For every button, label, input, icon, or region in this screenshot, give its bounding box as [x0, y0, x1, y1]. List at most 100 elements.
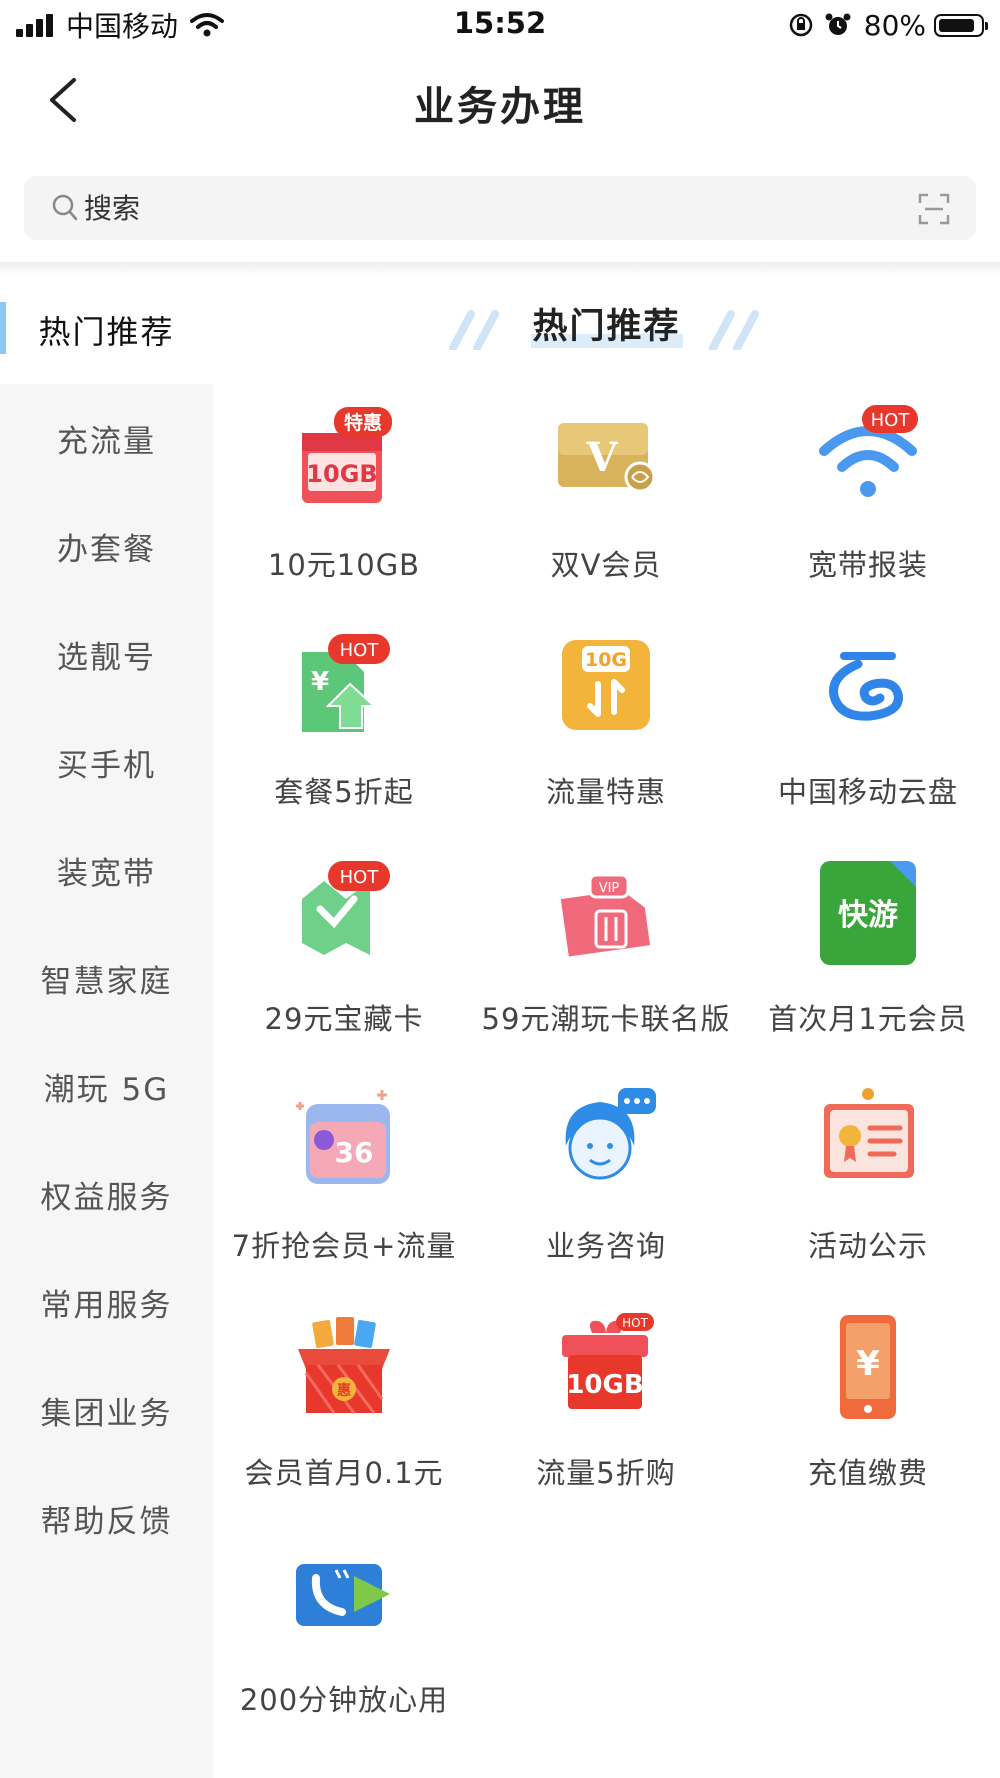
sidebar-item-label: 充流量 [57, 423, 156, 460]
svg-text:10GB: 10GB [566, 1370, 643, 1400]
sidebar-item-help[interactable]: 帮助反馈 [0, 1464, 213, 1572]
sidebar-item-common[interactable]: 常用服务 [0, 1248, 213, 1356]
service-label: 59元潮玩卡联名版 [481, 1002, 731, 1036]
battery-icon [934, 13, 988, 37]
service-item-member-first-month[interactable]: 惠 会员首月0.1元 [213, 1313, 475, 1539]
svg-text:惠: 惠 [337, 1382, 351, 1399]
service-label: 充值缴费 [807, 1456, 928, 1490]
customer-service-icon [565, 1088, 656, 1180]
service-label: 首次月1元会员 [768, 1002, 968, 1036]
sidebar-item-label: 办套餐 [57, 531, 156, 568]
service-label: 10元10GB [267, 548, 421, 582]
service-item-recharge[interactable]: ¥ 充值缴费 [737, 1313, 999, 1539]
wifi-icon: HOT [819, 405, 918, 497]
svg-text:HOT: HOT [340, 640, 380, 661]
service-item-package-discount[interactable]: ¥ HOT 套餐5折起 [213, 632, 475, 858]
sidebar-item-benefits[interactable]: 权益服务 [0, 1140, 213, 1248]
svg-text:36: 36 [335, 1136, 374, 1169]
recharge-phone-icon: ¥ [840, 1315, 896, 1419]
svg-text:快游: 快游 [838, 898, 898, 933]
data-10g-icon: 10G [562, 640, 650, 730]
double-v-card-icon: V [558, 423, 656, 493]
svg-text:V: V [585, 434, 618, 481]
service-item-10gb[interactable]: 10GB 特惠 10元10GB [213, 405, 475, 631]
service-label: 双V会员 [550, 548, 662, 582]
battery-percent: 80% [863, 8, 926, 42]
sidebar-item-broadband[interactable]: 装宽带 [0, 816, 213, 924]
svg-text:HOT: HOT [871, 410, 911, 431]
search-icon [52, 194, 78, 221]
gift-10gb-hot-icon: 10GB HOT [562, 1313, 654, 1409]
service-label: 套餐5折起 [274, 775, 414, 809]
service-label: 流量特惠 [545, 775, 666, 809]
gift-box-icon: 惠 [298, 1317, 390, 1414]
search-bar[interactable] [24, 176, 976, 240]
service-item-notice[interactable]: 活动公示 [737, 1086, 999, 1312]
service-item-cloud-disk[interactable]: 中国移动云盘 [737, 632, 999, 858]
sidebar-item-5g[interactable]: 潮玩 5G [0, 1032, 213, 1140]
call-minutes-icon [296, 1564, 390, 1626]
svg-text:VIP: VIP [599, 881, 620, 896]
page-title: 业务办理 [414, 84, 586, 130]
gift-10gb-icon: 10GB 特惠 [302, 407, 392, 503]
service-label: 宽带报装 [807, 548, 928, 582]
category-sidebar: 热门推荐 充流量 办套餐 选靓号 买手机 装宽带 智慧家庭 潮玩 5G 权益服务… [0, 276, 213, 1778]
service-item-treasure-card[interactable]: HOT 29元宝藏卡 [213, 859, 475, 1085]
service-item-consult[interactable]: 业务咨询 [475, 1086, 737, 1312]
svg-text:¥: ¥ [311, 667, 329, 697]
package-discount-icon: ¥ HOT [302, 634, 390, 732]
service-item-broadband[interactable]: HOT 宽带报装 [737, 405, 999, 631]
notice-board-icon [824, 1088, 914, 1178]
header-shadow [0, 262, 1000, 276]
sidebar-item-label: 选靓号 [57, 639, 156, 676]
sidebar-item-label: 装宽带 [57, 855, 156, 892]
sidebar-item-label: 智慧家庭 [40, 963, 173, 1000]
service-label: 200分钟放心用 [239, 1683, 449, 1717]
service-item-data-deal[interactable]: 10G 流量特惠 [475, 632, 737, 858]
svg-text:10GB: 10GB [306, 460, 377, 488]
sidebar-item-hot[interactable]: 热门推荐 [0, 276, 213, 384]
vip-sim-card-icon: VIP [560, 873, 651, 957]
sidebar-item-label: 热门推荐 [38, 313, 175, 351]
service-item-member-data[interactable]: 36 7折抢会员+流量 [213, 1086, 475, 1312]
status-bar: 中国移动 15:52 80% [0, 0, 1000, 50]
sidebar-item-enterprise[interactable]: 集团业务 [0, 1356, 213, 1464]
scan-icon[interactable] [918, 193, 950, 225]
search-input[interactable] [84, 176, 864, 240]
svg-text:HOT: HOT [340, 867, 380, 888]
service-label: 29元宝藏卡 [264, 1002, 424, 1036]
sidebar-item-numbers[interactable]: 选靓号 [0, 600, 213, 708]
sidebar-item-phones[interactable]: 买手机 [0, 708, 213, 816]
service-label: 中国移动云盘 [777, 775, 958, 809]
svg-text:特惠: 特惠 [344, 412, 382, 434]
service-item-59-card[interactable]: VIP 59元潮玩卡联名版 [475, 859, 737, 1085]
svg-text:¥: ¥ [856, 1344, 880, 1384]
sidebar-item-label: 帮助反馈 [40, 1503, 173, 1540]
section-title: 热门推荐 [532, 307, 681, 347]
sidebar-item-label: 常用服务 [40, 1287, 173, 1324]
alarm-icon [825, 13, 851, 35]
service-label: 业务咨询 [545, 1229, 666, 1263]
service-label: 流量5折购 [536, 1456, 676, 1490]
service-item-data-half[interactable]: 10GB HOT 流量5折购 [475, 1313, 737, 1539]
coupon-36-icon: 36 [296, 1090, 390, 1184]
sidebar-item-smart-home[interactable]: 智慧家庭 [0, 924, 213, 1032]
sidebar-item-plans[interactable]: 办套餐 [0, 492, 213, 600]
service-label: 会员首月0.1元 [244, 1456, 444, 1490]
sidebar-item-data[interactable]: 充流量 [0, 384, 213, 492]
service-item-double-v[interactable]: V 双V会员 [475, 405, 737, 631]
kuaiyou-app-icon: 快游 [820, 861, 916, 965]
nav-bar: 业务办理 [0, 50, 1000, 150]
treasure-card-icon: HOT [302, 861, 390, 955]
decor-slash-icon [709, 310, 759, 350]
section-header: 热门推荐 [213, 290, 1000, 360]
service-label: 7折抢会员+流量 [231, 1229, 457, 1263]
rotation-lock-icon [789, 13, 813, 37]
svg-text:10G: 10G [585, 649, 627, 671]
sidebar-item-label: 买手机 [57, 747, 156, 784]
service-item-kuaiyou[interactable]: 快游 首次月1元会员 [737, 859, 999, 1085]
service-item-call-minutes[interactable]: 200分钟放心用 [213, 1540, 475, 1766]
svg-text:HOT: HOT [622, 1316, 648, 1330]
sidebar-item-label: 集团业务 [40, 1395, 173, 1432]
sidebar-item-label: 权益服务 [40, 1179, 173, 1216]
